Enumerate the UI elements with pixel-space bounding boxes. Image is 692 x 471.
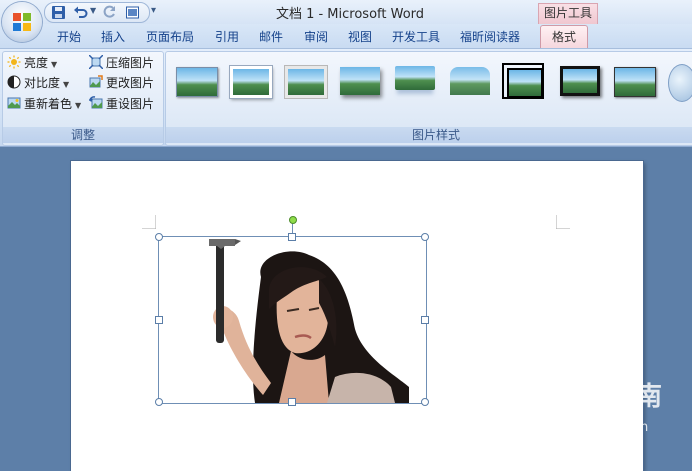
ribbon-tabs: 开始 插入 页面布局 引用 邮件 审阅 视图 开发工具 福昕阅读器 格式 bbox=[0, 24, 692, 49]
undo-dropdown-icon[interactable]: ▼ bbox=[90, 6, 96, 15]
reset-picture-label: 重设图片 bbox=[106, 97, 155, 111]
change-picture-button[interactable]: 更改图片 bbox=[89, 74, 154, 92]
sogou-logo-icon bbox=[515, 378, 549, 412]
print-preview-icon[interactable] bbox=[125, 5, 140, 20]
style-thumbnail[interactable] bbox=[174, 63, 218, 99]
picture-tools-context-tab: 图片工具 bbox=[538, 3, 598, 24]
recolor-dropdown-icon: ▼ bbox=[75, 101, 82, 110]
tab-format[interactable]: 格式 bbox=[540, 25, 589, 49]
redo-icon[interactable] bbox=[102, 5, 117, 20]
reset-picture-button[interactable]: 重设图片 bbox=[89, 95, 154, 113]
change-picture-label: 更改图片 bbox=[106, 76, 155, 90]
office-button[interactable] bbox=[2, 2, 42, 42]
sogou-watermark: 搜狗指南 zhinan.sogou.com bbox=[513, 376, 683, 436]
contrast-dropdown-icon: ▼ bbox=[63, 80, 70, 89]
style-thumbnail[interactable] bbox=[393, 63, 437, 99]
adjust-group-label: 调整 bbox=[3, 127, 163, 143]
compress-icon bbox=[89, 55, 103, 69]
resize-handle-top-right[interactable] bbox=[421, 233, 429, 241]
picture-styles-group: 图片样式 bbox=[165, 51, 692, 146]
resize-handle-bottom-left[interactable] bbox=[155, 398, 163, 406]
tab-view[interactable]: 视图 bbox=[348, 28, 372, 46]
resize-handle-top[interactable] bbox=[288, 233, 296, 241]
adjust-group: 亮度 ▼ 对比度 ▼ 重新着色 ▼ 压缩图片 更改图片 重设图片 调整 bbox=[2, 51, 164, 146]
resize-handle-bottom[interactable] bbox=[288, 398, 296, 406]
contrast-icon bbox=[7, 75, 21, 89]
compress-label: 压缩图片 bbox=[106, 56, 155, 70]
brightness-label: 亮度 bbox=[24, 56, 49, 70]
picture-selection-border bbox=[158, 236, 427, 404]
rotate-handle[interactable] bbox=[289, 216, 297, 224]
recolor-button[interactable]: 重新着色 ▼ bbox=[7, 95, 81, 113]
style-thumbnail[interactable] bbox=[283, 63, 327, 99]
change-picture-icon bbox=[89, 75, 103, 88]
save-icon[interactable] bbox=[51, 5, 66, 20]
style-thumbnail-selected[interactable] bbox=[502, 63, 544, 99]
recolor-icon bbox=[7, 97, 21, 109]
resize-handle-top-left[interactable] bbox=[155, 233, 163, 241]
tab-references[interactable]: 引用 bbox=[215, 28, 239, 46]
style-thumbnail[interactable] bbox=[228, 63, 272, 99]
brightness-icon bbox=[7, 55, 21, 69]
title-bar: ▼ ▾ 文档 1 - Microsoft Word 图片工具 bbox=[0, 0, 692, 24]
margin-corner-mark-left bbox=[142, 215, 156, 229]
compress-pictures-button[interactable]: 压缩图片 bbox=[89, 54, 154, 72]
style-thumbnail[interactable] bbox=[612, 63, 656, 99]
contrast-label: 对比度 bbox=[24, 76, 61, 90]
office-logo-icon bbox=[13, 13, 31, 31]
tab-page-layout[interactable]: 页面布局 bbox=[146, 28, 194, 46]
tab-insert[interactable]: 插入 bbox=[101, 28, 125, 46]
margin-corner-mark-right bbox=[556, 215, 570, 229]
tab-mailings[interactable]: 邮件 bbox=[259, 28, 283, 46]
more-styles-icon[interactable] bbox=[668, 64, 692, 102]
brightness-button[interactable]: 亮度 ▼ bbox=[7, 54, 57, 72]
style-thumbnail[interactable] bbox=[558, 63, 602, 99]
resize-handle-right[interactable] bbox=[421, 316, 429, 324]
tab-review[interactable]: 审阅 bbox=[304, 28, 328, 46]
reset-picture-icon bbox=[89, 96, 103, 109]
tab-developer[interactable]: 开发工具 bbox=[392, 28, 440, 46]
tab-home[interactable]: 开始 bbox=[57, 28, 81, 46]
customize-toolbar-icon[interactable]: ▾ bbox=[151, 5, 161, 17]
resize-handle-bottom-right[interactable] bbox=[421, 398, 429, 406]
tab-foxit-reader[interactable]: 福昕阅读器 bbox=[460, 28, 520, 46]
window-title: 文档 1 - Microsoft Word bbox=[275, 7, 425, 22]
style-thumbnail[interactable] bbox=[338, 63, 382, 99]
resize-handle-left[interactable] bbox=[155, 316, 163, 324]
watermark-url: zhinan.sogou.com bbox=[515, 420, 650, 435]
ribbon: 亮度 ▼ 对比度 ▼ 重新着色 ▼ 压缩图片 更改图片 重设图片 调整 图片样式 bbox=[0, 48, 692, 147]
watermark-brand: 搜狗指南 bbox=[555, 382, 664, 412]
brightness-dropdown-icon: ▼ bbox=[51, 60, 58, 69]
style-thumbnail[interactable] bbox=[448, 63, 492, 99]
recolor-label: 重新着色 bbox=[24, 97, 73, 111]
picture-styles-group-label: 图片样式 bbox=[166, 127, 692, 143]
quick-access-toolbar: ▼ bbox=[44, 2, 150, 23]
undo-icon[interactable] bbox=[73, 5, 88, 20]
contrast-button[interactable]: 对比度 ▼ bbox=[7, 74, 69, 92]
